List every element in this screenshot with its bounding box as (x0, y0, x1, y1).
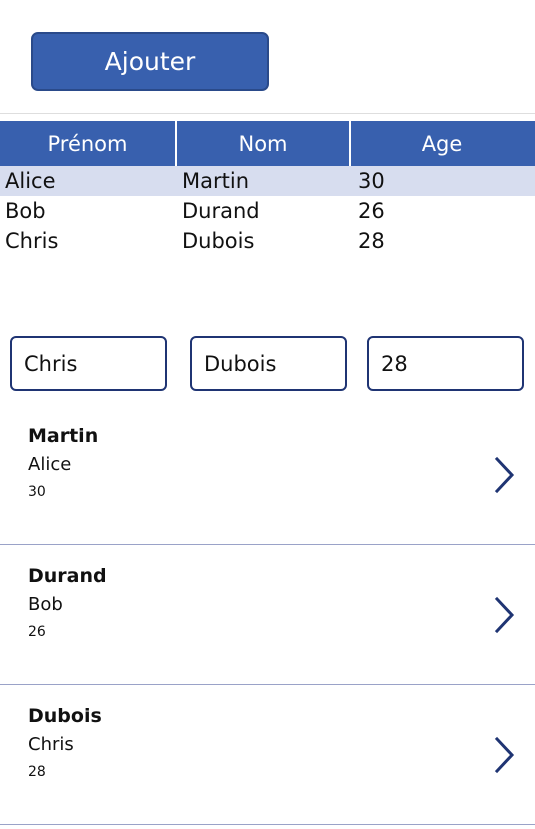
detail-list: Martin Alice 30 Durand Bob 26 Dubois Chr… (0, 405, 535, 825)
cell-nom: Durand (182, 199, 260, 223)
table-row[interactable]: Chris Dubois 28 (0, 226, 535, 256)
list-item[interactable]: Martin Alice 30 (0, 405, 535, 545)
column-header-age[interactable]: Age (351, 121, 533, 166)
column-header-nom[interactable]: Nom (175, 121, 351, 166)
data-grid: Prénom Nom Age Alice Martin 30 Bob Duran… (0, 121, 535, 256)
list-item-meta: 30 (28, 484, 46, 500)
cell-age: 26 (358, 199, 385, 223)
list-item-meta: 28 (28, 764, 46, 780)
cell-prenom: Alice (5, 169, 56, 193)
list-item-title: Durand (28, 565, 107, 587)
column-header-prenom[interactable]: Prénom (0, 121, 175, 166)
list-item-subtitle: Bob (28, 594, 63, 615)
list-item-subtitle: Alice (28, 454, 72, 475)
cell-prenom: Bob (5, 199, 46, 223)
list-item-title: Martin (28, 425, 99, 447)
cell-age: 30 (358, 169, 385, 193)
prenom-input[interactable] (10, 336, 167, 391)
list-item-subtitle: Chris (28, 734, 74, 755)
list-item-meta: 26 (28, 624, 46, 640)
toolbar: Ajouter (0, 0, 535, 114)
table-row[interactable]: Alice Martin 30 (0, 166, 535, 196)
chevron-right-icon[interactable] (491, 734, 517, 776)
cell-nom: Dubois (182, 229, 255, 253)
data-grid-header: Prénom Nom Age (0, 121, 535, 166)
table-row[interactable]: Bob Durand 26 (0, 196, 535, 226)
cell-age: 28 (358, 229, 385, 253)
list-item-title: Dubois (28, 705, 102, 727)
cell-nom: Martin (182, 169, 249, 193)
list-item[interactable]: Dubois Chris 28 (0, 685, 535, 825)
age-input[interactable] (367, 336, 524, 391)
edit-form (0, 336, 535, 391)
add-button[interactable]: Ajouter (31, 32, 269, 91)
chevron-right-icon[interactable] (491, 454, 517, 496)
list-item[interactable]: Durand Bob 26 (0, 545, 535, 685)
cell-prenom: Chris (5, 229, 59, 253)
nom-input[interactable] (190, 336, 347, 391)
chevron-right-icon[interactable] (491, 594, 517, 636)
